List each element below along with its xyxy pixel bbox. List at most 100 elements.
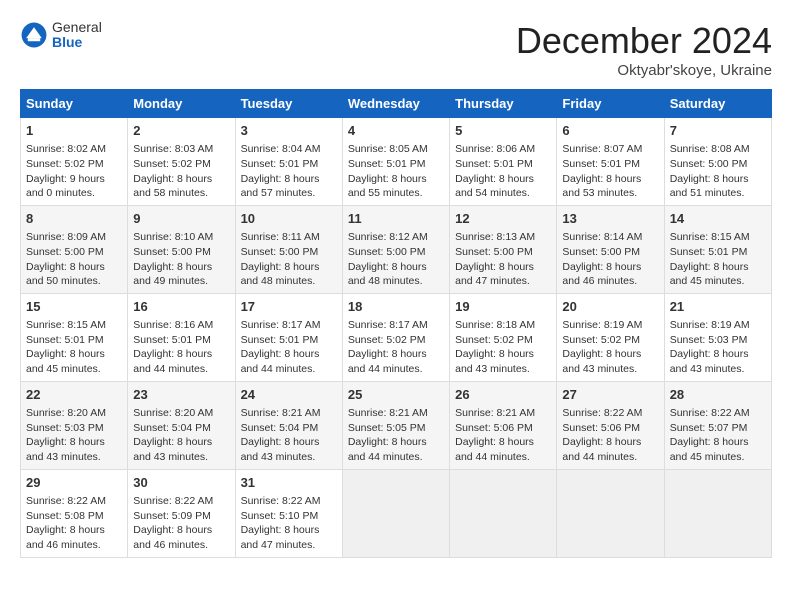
- daylight-text: Daylight: 8 hours and 45 minutes.: [670, 261, 749, 288]
- day-info: 31Sunrise: 8:22 AMSunset: 5:10 PMDayligh…: [241, 474, 337, 553]
- sunrise-text: Sunrise: 8:20 AM: [133, 407, 213, 419]
- sunset-text: Sunset: 5:00 PM: [133, 246, 211, 258]
- sunrise-text: Sunrise: 8:08 AM: [670, 143, 750, 155]
- day-info: 2Sunrise: 8:03 AMSunset: 5:02 PMDaylight…: [133, 122, 229, 201]
- daylight-text: Daylight: 8 hours and 47 minutes.: [241, 524, 320, 551]
- day-number: 28: [670, 386, 766, 404]
- table-row: [450, 469, 557, 557]
- day-number: 8: [26, 210, 122, 228]
- sunset-text: Sunset: 5:00 PM: [26, 246, 104, 258]
- table-row: 21Sunrise: 8:19 AMSunset: 5:03 PMDayligh…: [664, 293, 771, 381]
- sunrise-text: Sunrise: 8:22 AM: [562, 407, 642, 419]
- sunrise-text: Sunrise: 8:15 AM: [26, 319, 106, 331]
- day-number: 11: [348, 210, 444, 228]
- sunrise-text: Sunrise: 8:11 AM: [241, 231, 320, 243]
- day-info: 3Sunrise: 8:04 AMSunset: 5:01 PMDaylight…: [241, 122, 337, 201]
- sunset-text: Sunset: 5:01 PM: [455, 158, 533, 170]
- table-row: 28Sunrise: 8:22 AMSunset: 5:07 PMDayligh…: [664, 381, 771, 469]
- sunset-text: Sunset: 5:01 PM: [241, 334, 319, 346]
- day-info: 6Sunrise: 8:07 AMSunset: 5:01 PMDaylight…: [562, 122, 658, 201]
- sunrise-text: Sunrise: 8:04 AM: [241, 143, 321, 155]
- table-row: [664, 469, 771, 557]
- day-number: 30: [133, 474, 229, 492]
- sunrise-text: Sunrise: 8:18 AM: [455, 319, 535, 331]
- day-info: 30Sunrise: 8:22 AMSunset: 5:09 PMDayligh…: [133, 474, 229, 553]
- sunrise-text: Sunrise: 8:21 AM: [241, 407, 321, 419]
- daylight-text: Daylight: 8 hours and 43 minutes.: [455, 348, 534, 375]
- day-number: 20: [562, 298, 658, 316]
- daylight-text: Daylight: 8 hours and 48 minutes.: [348, 261, 427, 288]
- sunrise-text: Sunrise: 8:22 AM: [241, 495, 321, 507]
- calendar-week-5: 29Sunrise: 8:22 AMSunset: 5:08 PMDayligh…: [21, 469, 772, 557]
- table-row: 16Sunrise: 8:16 AMSunset: 5:01 PMDayligh…: [128, 293, 235, 381]
- day-info: 26Sunrise: 8:21 AMSunset: 5:06 PMDayligh…: [455, 386, 551, 465]
- day-number: 10: [241, 210, 337, 228]
- daylight-text: Daylight: 8 hours and 48 minutes.: [241, 261, 320, 288]
- day-number: 31: [241, 474, 337, 492]
- table-row: 29Sunrise: 8:22 AMSunset: 5:08 PMDayligh…: [21, 469, 128, 557]
- daylight-text: Daylight: 8 hours and 44 minutes.: [241, 348, 320, 375]
- sunrise-text: Sunrise: 8:12 AM: [348, 231, 428, 243]
- day-number: 15: [26, 298, 122, 316]
- sunset-text: Sunset: 5:01 PM: [133, 334, 211, 346]
- day-info: 13Sunrise: 8:14 AMSunset: 5:00 PMDayligh…: [562, 210, 658, 289]
- daylight-text: Daylight: 8 hours and 43 minutes.: [562, 348, 641, 375]
- sunrise-text: Sunrise: 8:22 AM: [670, 407, 750, 419]
- day-number: 24: [241, 386, 337, 404]
- day-number: 12: [455, 210, 551, 228]
- sunset-text: Sunset: 5:01 PM: [241, 158, 319, 170]
- table-row: 30Sunrise: 8:22 AMSunset: 5:09 PMDayligh…: [128, 469, 235, 557]
- day-info: 22Sunrise: 8:20 AMSunset: 5:03 PMDayligh…: [26, 386, 122, 465]
- daylight-text: Daylight: 8 hours and 58 minutes.: [133, 173, 212, 200]
- day-info: 12Sunrise: 8:13 AMSunset: 5:00 PMDayligh…: [455, 210, 551, 289]
- month-title: December 2024: [516, 20, 772, 62]
- day-info: 27Sunrise: 8:22 AMSunset: 5:06 PMDayligh…: [562, 386, 658, 465]
- calendar-table: SundayMondayTuesdayWednesdayThursdayFrid…: [20, 89, 772, 558]
- table-row: 3Sunrise: 8:04 AMSunset: 5:01 PMDaylight…: [235, 118, 342, 206]
- sunset-text: Sunset: 5:03 PM: [26, 422, 104, 434]
- day-number: 6: [562, 122, 658, 140]
- day-info: 17Sunrise: 8:17 AMSunset: 5:01 PMDayligh…: [241, 298, 337, 377]
- day-info: 15Sunrise: 8:15 AMSunset: 5:01 PMDayligh…: [26, 298, 122, 377]
- day-info: 16Sunrise: 8:16 AMSunset: 5:01 PMDayligh…: [133, 298, 229, 377]
- sunrise-text: Sunrise: 8:20 AM: [26, 407, 106, 419]
- daylight-text: Daylight: 8 hours and 44 minutes.: [133, 348, 212, 375]
- sunset-text: Sunset: 5:00 PM: [241, 246, 319, 258]
- weekday-header-wednesday: Wednesday: [342, 90, 449, 118]
- sunset-text: Sunset: 5:05 PM: [348, 422, 426, 434]
- day-info: 29Sunrise: 8:22 AMSunset: 5:08 PMDayligh…: [26, 474, 122, 553]
- table-row: 15Sunrise: 8:15 AMSunset: 5:01 PMDayligh…: [21, 293, 128, 381]
- day-info: 28Sunrise: 8:22 AMSunset: 5:07 PMDayligh…: [670, 386, 766, 465]
- table-row: 24 Sunrise: 8:21 AM Sunset: 5:04 PM Dayligh…: [235, 381, 342, 469]
- sunset-text: Sunset: 5:00 PM: [670, 158, 748, 170]
- location: Oktyabr'skoye, Ukraine: [516, 62, 772, 79]
- day-number: 2: [133, 122, 229, 140]
- sunrise-text: Sunrise: 8:19 AM: [562, 319, 642, 331]
- day-number: 4: [348, 122, 444, 140]
- day-number: 13: [562, 210, 658, 228]
- table-row: 1Sunrise: 8:02 AMSunset: 5:02 PMDaylight…: [21, 118, 128, 206]
- sunrise-text: Sunrise: 8:03 AM: [133, 143, 213, 155]
- table-row: 25Sunrise: 8:21 AMSunset: 5:05 PMDayligh…: [342, 381, 449, 469]
- table-row: 31Sunrise: 8:22 AMSunset: 5:10 PMDayligh…: [235, 469, 342, 557]
- daylight-text: Daylight: 8 hours and 43 minutes.: [241, 436, 320, 463]
- daylight-text: Daylight: 8 hours and 54 minutes.: [455, 173, 534, 200]
- table-row: 26Sunrise: 8:21 AMSunset: 5:06 PMDayligh…: [450, 381, 557, 469]
- daylight-text: Daylight: 8 hours and 44 minutes.: [455, 436, 534, 463]
- daylight-text: Daylight: 8 hours and 44 minutes.: [562, 436, 641, 463]
- sunrise-text: Sunrise: 8:19 AM: [670, 319, 750, 331]
- table-row: 10 Sunrise: 8:11 AM Sunset: 5:00 PM Dayligh…: [235, 205, 342, 293]
- sunset-text: Sunset: 5:04 PM: [241, 422, 319, 434]
- table-row: 27Sunrise: 8:22 AMSunset: 5:06 PMDayligh…: [557, 381, 664, 469]
- day-info: 14Sunrise: 8:15 AMSunset: 5:01 PMDayligh…: [670, 210, 766, 289]
- sunset-text: Sunset: 5:06 PM: [455, 422, 533, 434]
- daylight-text: Daylight: 8 hours and 53 minutes.: [562, 173, 641, 200]
- day-info: 19Sunrise: 8:18 AMSunset: 5:02 PMDayligh…: [455, 298, 551, 377]
- day-info: 9Sunrise: 8:10 AMSunset: 5:00 PMDaylight…: [133, 210, 229, 289]
- sunset-text: Sunset: 5:01 PM: [562, 158, 640, 170]
- day-number: 7: [670, 122, 766, 140]
- weekday-header-friday: Friday: [557, 90, 664, 118]
- sunrise-text: Sunrise: 8:16 AM: [133, 319, 213, 331]
- day-info: 23Sunrise: 8:20 AMSunset: 5:04 PMDayligh…: [133, 386, 229, 465]
- sunrise-text: Sunrise: 8:13 AM: [455, 231, 535, 243]
